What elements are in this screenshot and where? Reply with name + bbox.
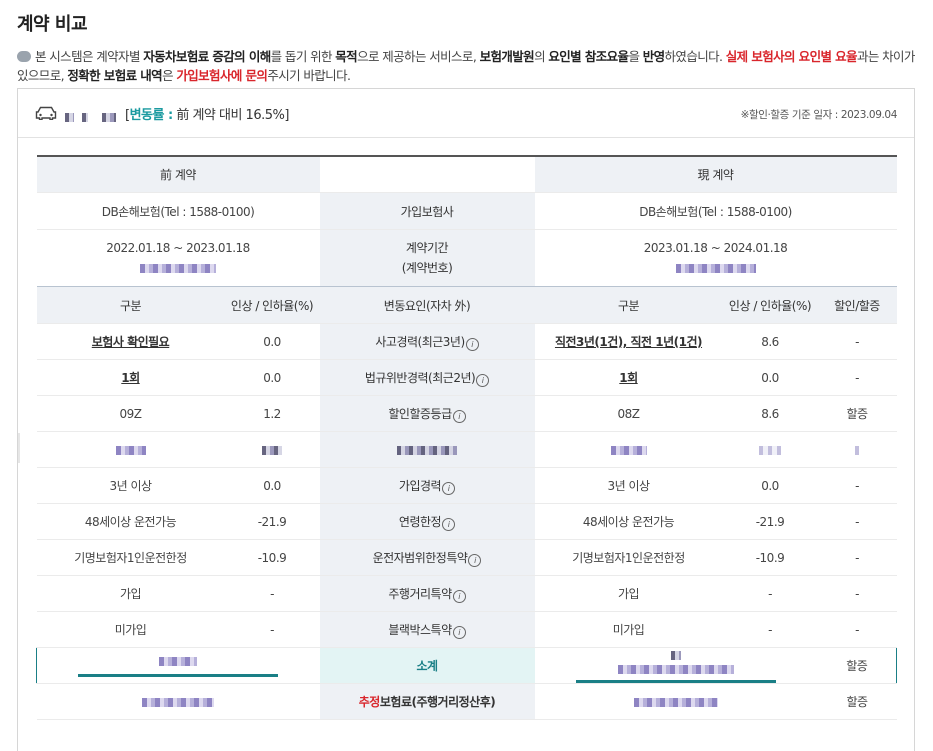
period-label: 계약기간 (계약번호) — [319, 229, 535, 287]
col-category-prev: 구분 — [36, 286, 225, 324]
estimate-row: 추정보험료(주행거리정산후) 할증 — [36, 683, 897, 720]
col-rate-prev: 인상 / 인하율(%) — [224, 286, 320, 324]
prev-period: 2022.01.18 ~ 2023.01.18 — [36, 229, 320, 287]
table-row: 기명보험자1인운전한정 -10.9 운전자범위한정특약 i 기명보험자1인운전한정… — [36, 539, 897, 576]
prev-accident-link[interactable]: 보험사 확인필요 — [92, 335, 170, 349]
table-row: 가입 - 주행거리특약 i 가입 - - — [36, 575, 897, 612]
col-factor: 변동요인(자차 外) — [319, 286, 535, 324]
comparison-table: 前 계약 現 계약 DB손해보험(Tel : 1588-0100) 가입보험사 … — [36, 155, 897, 720]
info-icon[interactable]: i — [442, 517, 456, 531]
prev-contract-header: 前 계약 — [36, 155, 320, 193]
masked-vehicle-number — [65, 107, 123, 122]
table-row: 1회 0.0 법규위반경력(최근2년) i 1회 0.0 - — [36, 359, 897, 396]
col-rate-curr: 인상 / 인하율(%) — [722, 286, 818, 324]
change-rate: [변동률 : 前 계약 대비 16.5%] — [125, 108, 289, 123]
col-category-curr: 구분 — [534, 286, 723, 324]
info-icon[interactable]: i — [465, 337, 479, 351]
contract-header-row: 前 계약 現 계약 — [36, 155, 897, 193]
info-icon[interactable]: i — [468, 553, 482, 567]
speech-bubble-icon — [17, 51, 31, 62]
info-icon[interactable]: i — [452, 625, 466, 639]
panel-header: [변동률 : 前 계약 대비 16.5%] ※할인·할증 기준 일자 : 202… — [18, 89, 914, 138]
column-header-row: 구분 인상 / 인하율(%) 변동요인(자차 外) 구분 인상 / 인하율(%)… — [36, 286, 897, 324]
table-row: 보험사 확인필요 0.0 사고경력(최근3년) i 직전3년(1건), 직전 1년… — [36, 323, 897, 360]
period-row: 2022.01.18 ~ 2023.01.18 계약기간 (계약번호) 2023… — [36, 229, 897, 287]
base-date: ※할인·할증 기준 일자 : 2023.09.04 — [740, 109, 898, 121]
car-icon — [35, 106, 57, 120]
prev-violation-link[interactable]: 1회 — [121, 371, 140, 385]
curr-violation-link[interactable]: 1회 — [619, 371, 638, 385]
curr-insurer: DB손해보험(Tel : 1588-0100) — [534, 192, 897, 230]
prev-insurer: DB손해보험(Tel : 1588-0100) — [36, 192, 320, 230]
table-row: 48세이상 운전가능 -21.9 연령한정 i 48세이상 운전가능 -21.9 … — [36, 503, 897, 540]
comparison-panel: [변동률 : 前 계약 대비 16.5%] ※할인·할증 기준 일자 : 202… — [17, 88, 915, 751]
table-row: 미가입 - 블랙박스특약 i 미가입 - - — [36, 611, 897, 648]
subtotal-label: 소계 — [319, 647, 535, 684]
insurer-label: 가입보험사 — [319, 192, 535, 230]
table-row: 3년 이상 0.0 가입경력 i 3년 이상 0.0 - — [36, 467, 897, 504]
info-icon[interactable]: i — [476, 373, 490, 387]
info-icon[interactable]: i — [452, 409, 466, 423]
curr-accident-link[interactable]: 직전3년(1건), 직전 1년(1건) — [555, 335, 703, 349]
col-discount: 할인/할증 — [817, 286, 897, 324]
info-icon[interactable]: i — [452, 589, 466, 603]
subtotal-row: 소계 할증 — [36, 647, 897, 684]
insurer-row: DB손해보험(Tel : 1588-0100) 가입보험사 DB손해보험(Tel… — [36, 192, 897, 230]
estimate-label: 추정보험료(주행거리정산후) — [319, 683, 535, 720]
notice-text: 본 시스템은 계약자별 자동차보험료 증감의 이해를 돕기 위한 목적으로 제공… — [17, 49, 915, 83]
curr-contract-header: 現 계약 — [534, 155, 897, 193]
masked-row — [36, 431, 897, 468]
info-icon[interactable]: i — [442, 481, 456, 495]
table-row: 09Z 1.2 할인할증등급 i 08Z 8.6 할증 — [36, 395, 897, 432]
page-title: 계약 비교 — [17, 14, 88, 35]
curr-period: 2023.01.18 ~ 2024.01.18 — [534, 229, 897, 287]
